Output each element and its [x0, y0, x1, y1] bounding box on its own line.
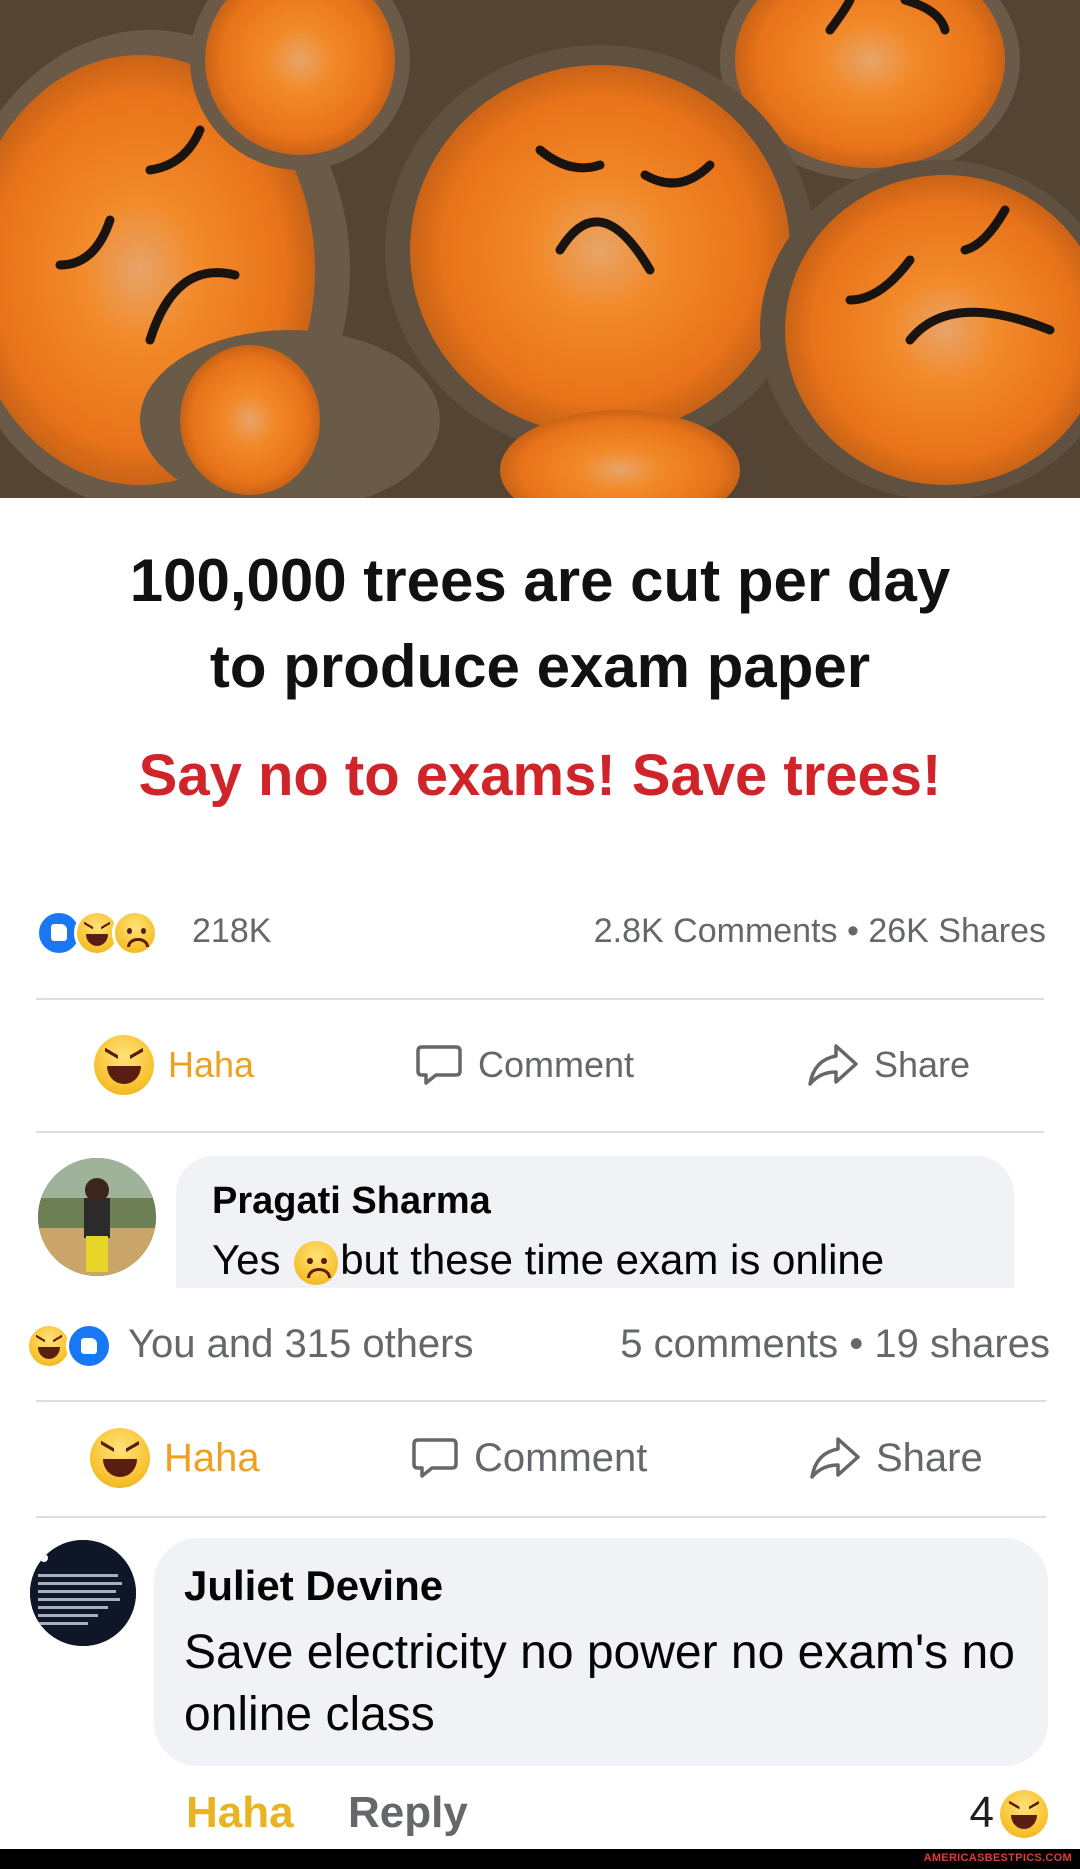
comment-label: Comment [478, 1044, 635, 1085]
haha-button[interactable]: Haha [94, 1035, 254, 1095]
headline-line-2: to produce exam paper [209, 633, 871, 700]
haha-icon [94, 1035, 154, 1095]
divider [36, 1131, 1044, 1133]
comment-action-bar: Haha Comment Share [36, 1418, 1046, 1498]
reply-link[interactable]: Reply [348, 1788, 468, 1838]
like-icon [66, 1323, 112, 1370]
reactors-text[interactable]: You and 315 others [128, 1322, 474, 1367]
comment-bubble: Juliet Devine Save electricity no power … [154, 1538, 1048, 1766]
reaction-summary[interactable] [26, 1322, 112, 1370]
comment-label: Comment [474, 1435, 648, 1480]
haha-icon [90, 1428, 150, 1488]
comment-icon [412, 1438, 458, 1478]
comment-bubble: Pragati Sharma Yes but these time exam i… [176, 1156, 1014, 1288]
comment-author[interactable]: Juliet Devine [184, 1562, 443, 1610]
share-button[interactable]: Share [806, 1035, 970, 1095]
avatar-photo [30, 1540, 136, 1646]
comment-button[interactable]: Comment [410, 1428, 647, 1488]
sad-face-icon [294, 1240, 339, 1285]
comment-text: Yes but these time exam is online [212, 1236, 884, 1285]
slogan: Say no to exams! Save trees! [138, 743, 942, 808]
comment-text: Save electricity no power no exam's no o… [184, 1626, 1015, 1741]
comment-text-part: Yes [212, 1236, 281, 1283]
haha-label: Haha [168, 1044, 255, 1085]
divider [36, 1516, 1046, 1518]
avatar-photo [38, 1158, 156, 1276]
comment-button[interactable]: Comment [414, 1035, 634, 1095]
avatar[interactable] [38, 1158, 156, 1276]
headline-line-1: 100,000 trees are cut per day [129, 547, 951, 614]
haha-button[interactable]: Haha [90, 1428, 260, 1488]
haha-label: Haha [164, 1435, 260, 1480]
share-button[interactable]: Share [808, 1428, 983, 1488]
comment-author[interactable]: Pragati Sharma [212, 1180, 491, 1223]
post-stats: 218K 2.8K Comments • 26K Shares [36, 902, 1046, 962]
sad-icon [112, 910, 158, 956]
share-icon [808, 1044, 858, 1086]
comment-icon [416, 1045, 462, 1085]
watermark-bar: AMERICASBESTPICS.COM [0, 1849, 1080, 1869]
haha-reaction-link[interactable]: Haha [186, 1788, 294, 1838]
post-action-bar: Haha Comment Share [36, 1025, 1046, 1105]
share-label: Share [876, 1435, 983, 1480]
comment-stats: You and 315 others 5 comments • 19 share… [26, 1312, 1050, 1376]
share-icon [810, 1437, 860, 1479]
avatar[interactable] [30, 1540, 136, 1646]
reaction-summary[interactable] [36, 910, 158, 956]
comment-action-row: Haha Reply 4 [186, 1784, 1048, 1846]
comments-shares-count[interactable]: 5 comments • 19 shares [620, 1322, 1050, 1367]
post-image [0, 0, 1080, 498]
share-label: Share [874, 1044, 971, 1085]
divider [36, 1400, 1046, 1402]
reaction-count[interactable]: 4 [970, 1788, 994, 1838]
divider [36, 998, 1044, 1000]
reaction-count[interactable]: 218K [192, 912, 271, 951]
sad-logs-illustration [0, 0, 1080, 498]
comment-text-part: but these time exam is online [340, 1236, 885, 1283]
watermark: AMERICASBESTPICS.COM [923, 1852, 1072, 1864]
comments-shares-count[interactable]: 2.8K Comments • 26K Shares [594, 912, 1046, 951]
haha-icon [1000, 1790, 1048, 1838]
